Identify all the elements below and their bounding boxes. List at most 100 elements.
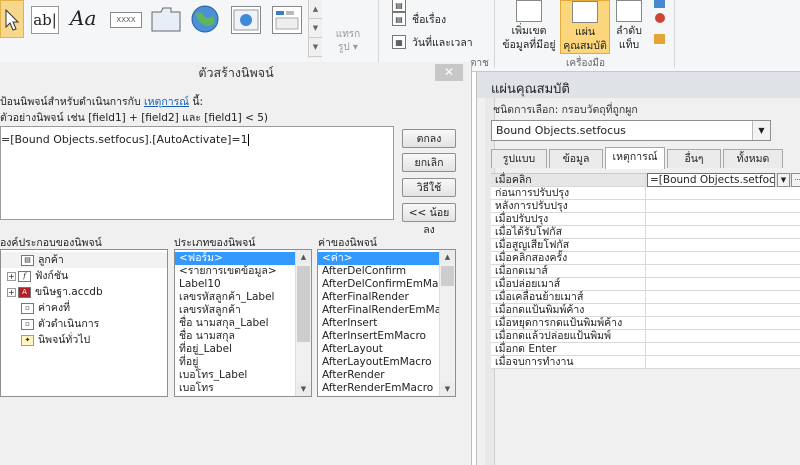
gallery-down-arrow-icon[interactable]: ▼ — [309, 19, 322, 38]
property-value[interactable] — [645, 278, 800, 290]
list-item[interactable]: <ฟอร์ม> — [175, 252, 311, 265]
list-item[interactable]: AfterInsert — [318, 317, 455, 330]
textbox-ab-icon[interactable]: ab| — [31, 6, 59, 34]
property-value[interactable] — [645, 239, 800, 251]
property-value[interactable] — [645, 252, 800, 264]
property-value[interactable] — [645, 291, 800, 303]
hyperlink-globe-icon[interactable] — [190, 4, 220, 34]
tab-all[interactable]: ทั้งหมด — [723, 149, 783, 168]
chevron-down-icon[interactable]: ▼ — [752, 121, 770, 140]
gallery-more-icon[interactable]: ▼ — [309, 38, 322, 57]
property-row[interactable]: เมื่อได้รับโฟกัส — [491, 226, 800, 239]
property-value[interactable] — [645, 330, 800, 342]
tab-format[interactable]: รูปแบบ — [491, 149, 547, 168]
scroll-thumb[interactable] — [441, 266, 454, 286]
property-value[interactable] — [645, 317, 800, 329]
help-button[interactable]: วิธีใช้ — [402, 178, 456, 197]
property-row[interactable]: เมื่อสูญเสียโฟกัส — [491, 239, 800, 252]
list-item[interactable]: AfterInsertEmMacro — [318, 330, 455, 343]
list-item[interactable]: Label10 — [175, 278, 311, 291]
builder-ellipsis-icon[interactable]: ··· — [791, 173, 800, 187]
on-click-input[interactable]: =[Bound Objects.setfocus — [647, 173, 775, 187]
list-item[interactable]: AfterLayout — [318, 343, 455, 356]
list-item[interactable]: AfterDelConfirmEmMacro — [318, 278, 455, 291]
list-item[interactable]: <รายการเขตข้อมูล> — [175, 265, 311, 278]
property-value[interactable] — [645, 213, 800, 225]
scroll-thumb[interactable] — [297, 266, 310, 342]
list-item[interactable]: เบอโทร_Label — [175, 369, 311, 382]
property-row[interactable]: เมื่อกดแป้นพิมพ์ค้าง — [491, 304, 800, 317]
small-tools-icons[interactable] — [652, 0, 668, 52]
property-value[interactable] — [645, 187, 800, 199]
tab-order-button[interactable]: ลำดับ แท็บ — [612, 0, 646, 54]
tree-item-database[interactable]: + A ขนิษฐา.accdb — [1, 284, 167, 300]
tab-event[interactable]: เหตุการณ์ — [605, 147, 665, 169]
web-browser-icon[interactable] — [231, 6, 261, 34]
values-list[interactable]: <ค่า> AfterDelConfirm AfterDelConfirmEmM… — [317, 249, 456, 397]
object-select[interactable]: Bound Objects.setfocus ▼ — [491, 120, 771, 141]
close-button[interactable]: ✕ — [435, 64, 463, 81]
list-item[interactable]: ที่อยู่ — [175, 356, 311, 369]
label-aa-icon[interactable]: Aa — [70, 6, 102, 34]
navigation-icon[interactable] — [272, 6, 302, 34]
tree-item-functions[interactable]: + f ฟังก์ชัน — [1, 268, 167, 284]
expression-input[interactable]: =[Bound Objects.setfocus].[AutoActivate]… — [0, 126, 394, 220]
list-item[interactable]: เลขรหัสลูกค้า_Label — [175, 291, 311, 304]
list-item[interactable]: ชื่อ นามสกุล_Label — [175, 317, 311, 330]
list-item[interactable]: ชื่อ นามสกุล — [175, 330, 311, 343]
list-item[interactable]: <ค่า> — [318, 252, 455, 265]
tree-item-common-expressions[interactable]: ✦ นิพจน์ทั่วไป — [1, 332, 167, 348]
property-value[interactable] — [645, 356, 800, 368]
expand-icon[interactable]: + — [7, 271, 16, 281]
gallery-up-arrow-icon[interactable]: ▲ — [309, 0, 322, 19]
list-item[interactable]: AfterDelConfirm — [318, 265, 455, 278]
select-pointer-icon[interactable] — [0, 0, 24, 38]
values-scrollbar[interactable]: ▲ ▼ — [439, 250, 455, 396]
tab-data[interactable]: ข้อมูล — [549, 149, 603, 168]
property-row[interactable]: เมื่อปล่อยเมาส์ — [491, 278, 800, 291]
property-row[interactable]: หลังการปรับปรุง — [491, 200, 800, 213]
button-xxxx-icon[interactable]: XXXX — [110, 12, 142, 28]
expand-icon[interactable]: + — [7, 287, 16, 297]
property-value[interactable]: =[Bound Objects.setfocus ▼ ··· — [645, 173, 800, 187]
property-row[interactable]: เมื่อกด Enter — [491, 343, 800, 356]
list-item[interactable]: AfterRender — [318, 369, 455, 382]
property-sheet-button[interactable]: แผ่น คุณสมบัติ — [560, 0, 610, 54]
ok-button[interactable]: ตกลง — [402, 129, 456, 148]
property-row[interactable]: เมื่อเคลื่อนย้ายเมาส์ — [491, 291, 800, 304]
property-row[interactable]: เมื่อคลิกสองครั้ง — [491, 252, 800, 265]
ribbon-gallery-scroll[interactable]: ▲ ▼ ▼ — [308, 0, 322, 58]
list-item[interactable]: AfterFinalRender — [318, 291, 455, 304]
insert-image-button[interactable]: แทรก รูป ▾ — [328, 28, 368, 54]
list-item[interactable]: เลขรหัสลูกค้า — [175, 304, 311, 317]
property-row[interactable]: ก่อนการปรับปรุง — [491, 187, 800, 200]
list-item[interactable]: ที่อยู่_Label — [175, 343, 311, 356]
less-button[interactable]: << น้อยลง — [402, 203, 456, 236]
cancel-button[interactable]: ยกเลิก — [402, 153, 456, 172]
scroll-up-icon[interactable]: ▲ — [440, 250, 455, 264]
date-time-button[interactable]: ▦ วันที่และเวลา — [392, 33, 473, 51]
tree-item-operators[interactable]: ▫ ตัวดำเนินการ — [1, 316, 167, 332]
property-value[interactable] — [645, 265, 800, 277]
property-value[interactable] — [645, 200, 800, 212]
property-value[interactable] — [645, 226, 800, 238]
scroll-down-icon[interactable]: ▼ — [296, 382, 311, 396]
property-row[interactable]: เมื่อหยุดการกดแป้นพิมพ์ค้าง — [491, 317, 800, 330]
elements-tree[interactable]: ▤ ลูกค้า + f ฟังก์ชัน + A ขนิษฐา.accdb ▫ ค่าคง… — [0, 249, 168, 397]
chevron-down-icon[interactable]: ▼ — [777, 173, 790, 187]
list-item[interactable]: AfterLayoutEmMacro — [318, 356, 455, 369]
property-value[interactable] — [645, 343, 800, 355]
list-item[interactable]: เบอโทร — [175, 382, 311, 395]
tree-item-customer[interactable]: ▤ ลูกค้า — [1, 252, 167, 268]
list-item[interactable]: AfterRenderEmMacro — [318, 382, 455, 395]
add-existing-fields-button[interactable]: เพิ่มเขต ข้อมูลที่มีอยู่ — [498, 0, 560, 54]
property-row[interactable]: เมื่อคลิก =[Bound Objects.setfocus ▼ ··· — [491, 173, 800, 187]
property-row[interactable]: เมื่อจบการทำงาน — [491, 356, 800, 369]
scroll-down-icon[interactable]: ▼ — [440, 382, 455, 396]
event-link[interactable]: เหตุการณ์ — [144, 96, 189, 108]
scroll-up-icon[interactable]: ▲ — [296, 250, 311, 264]
property-row[interactable]: เมื่อกดเมาส์ — [491, 265, 800, 278]
categories-list[interactable]: <ฟอร์ม> <รายการเขตข้อมูล> Label10 เลขรหั… — [174, 249, 312, 397]
tab-other[interactable]: อื่นๆ — [667, 149, 721, 168]
categories-scrollbar[interactable]: ▲ ▼ — [295, 250, 311, 396]
